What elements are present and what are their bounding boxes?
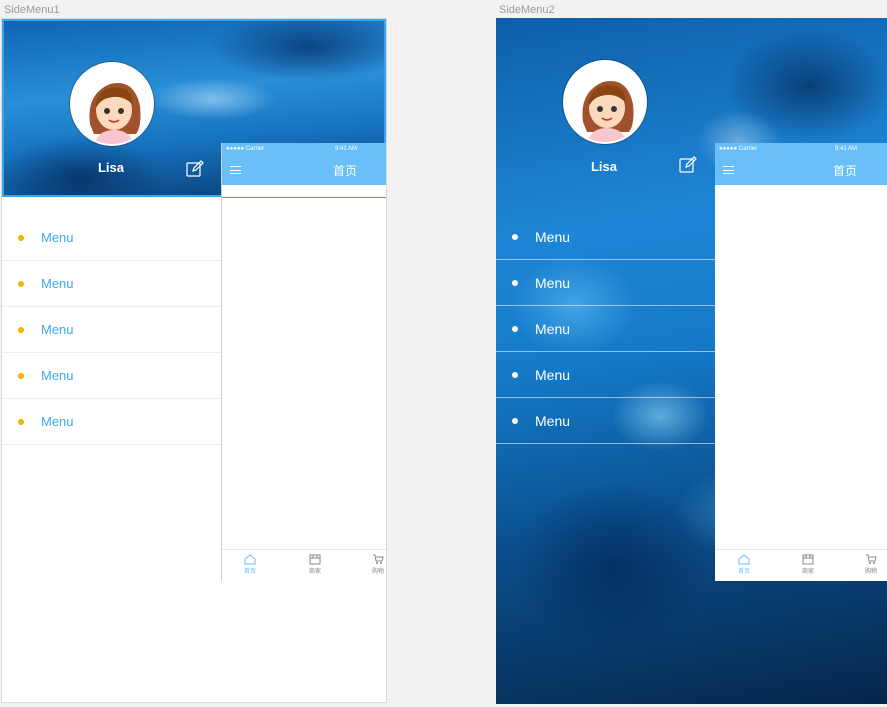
edit-icon[interactable] bbox=[186, 160, 204, 178]
tab-cart-label: 购物 bbox=[864, 569, 877, 575]
menu-item-2[interactable]: Menu bbox=[496, 260, 716, 306]
cart-icon bbox=[866, 554, 877, 564]
tab-shop[interactable]: 商家 bbox=[788, 554, 828, 575]
frame-label-sidemenu1: SideMenu1 bbox=[4, 4, 60, 16]
menu-item-label: Menu bbox=[41, 322, 74, 337]
menu-item-4[interactable]: Menu bbox=[496, 352, 716, 398]
menu-item-5[interactable]: Menu bbox=[2, 399, 222, 445]
shop-icon bbox=[802, 554, 814, 565]
status-bar: ●●●●● Carrier 9:41 AM bbox=[222, 143, 386, 155]
bullet-icon bbox=[18, 418, 24, 425]
username: Lisa bbox=[97, 160, 124, 175]
home-icon bbox=[244, 554, 256, 565]
menu-item-label: Menu bbox=[535, 274, 571, 291]
cart-icon bbox=[373, 554, 384, 564]
menu-item-4[interactable]: Menu bbox=[2, 353, 222, 399]
nav-bar: 首页 bbox=[715, 155, 887, 185]
tab-bar: 首页 商家 购物 bbox=[222, 549, 386, 581]
bullet-icon bbox=[512, 279, 518, 286]
menu-item-1[interactable]: Menu bbox=[2, 215, 222, 261]
frame-label-sidemenu2: SideMenu2 bbox=[499, 4, 555, 16]
sidemenu1-artboard: Lisa Menu Menu Menu Menu Menu ●●●●● Carr… bbox=[1, 18, 387, 703]
side-menu-list: Menu Menu Menu Menu Menu bbox=[2, 215, 222, 445]
menu-item-1[interactable]: Menu bbox=[496, 214, 716, 260]
tab-cart[interactable]: 购物 bbox=[358, 554, 386, 575]
tab-shop-label: 商家 bbox=[308, 569, 321, 575]
tab-home-label: 首页 bbox=[737, 569, 750, 575]
bullet-icon bbox=[512, 233, 518, 240]
status-bar: ●●●●● Carrier 9:41 AM bbox=[715, 143, 887, 155]
tab-home[interactable]: 首页 bbox=[230, 554, 270, 575]
phone-preview: ●●●●● Carrier 9:41 AM 首页 首页 商家 购物 bbox=[715, 143, 887, 581]
menu-item-label: Menu bbox=[41, 368, 74, 383]
bullet-icon bbox=[512, 325, 518, 332]
menu-item-label: Menu bbox=[535, 228, 571, 245]
menu-item-3[interactable]: Menu bbox=[2, 307, 222, 353]
bullet-icon bbox=[18, 372, 24, 379]
nav-bar: 首页 bbox=[222, 155, 386, 185]
bullet-icon bbox=[18, 234, 24, 241]
menu-item-label: Menu bbox=[41, 276, 74, 291]
menu-item-2[interactable]: Menu bbox=[2, 261, 222, 307]
bullet-icon bbox=[512, 417, 518, 424]
menu-item-3[interactable]: Menu bbox=[496, 306, 716, 352]
tab-shop[interactable]: 商家 bbox=[295, 554, 335, 575]
home-icon bbox=[738, 554, 750, 565]
shop-icon bbox=[309, 554, 321, 565]
selection-line bbox=[222, 197, 386, 198]
menu-item-label: Menu bbox=[535, 412, 571, 429]
edit-icon[interactable] bbox=[679, 156, 697, 174]
avatar[interactable] bbox=[563, 60, 647, 144]
menu-item-label: Menu bbox=[535, 320, 571, 337]
nav-title: 首页 bbox=[332, 163, 357, 178]
tab-home-label: 首页 bbox=[243, 569, 256, 575]
bullet-icon bbox=[18, 280, 24, 287]
menu-item-label: Menu bbox=[535, 366, 571, 383]
username: Lisa bbox=[590, 159, 617, 174]
tab-cart-label: 购物 bbox=[371, 569, 384, 575]
menu-item-label: Menu bbox=[41, 230, 74, 245]
status-time: 9:41 AM bbox=[334, 146, 357, 152]
menu-item-label: Menu bbox=[41, 414, 74, 429]
tab-cart[interactable]: 购物 bbox=[851, 554, 887, 575]
status-time: 9:41 AM bbox=[834, 146, 857, 152]
bullet-icon bbox=[18, 326, 24, 333]
nav-title: 首页 bbox=[832, 163, 857, 178]
phone-preview: ●●●●● Carrier 9:41 AM 首页 首页 商家 购物 bbox=[221, 143, 386, 581]
sidemenu2-artboard: Lisa Menu Menu Menu Menu Menu ●●●●● Carr… bbox=[496, 18, 887, 704]
avatar[interactable] bbox=[70, 62, 154, 146]
tab-bar: 首页 商家 购物 bbox=[715, 549, 887, 581]
side-menu-list: Menu Menu Menu Menu Menu bbox=[496, 214, 716, 444]
tab-shop-label: 商家 bbox=[801, 569, 814, 575]
bullet-icon bbox=[512, 371, 518, 378]
tab-home[interactable]: 首页 bbox=[724, 554, 764, 575]
menu-item-5[interactable]: Menu bbox=[496, 398, 716, 444]
